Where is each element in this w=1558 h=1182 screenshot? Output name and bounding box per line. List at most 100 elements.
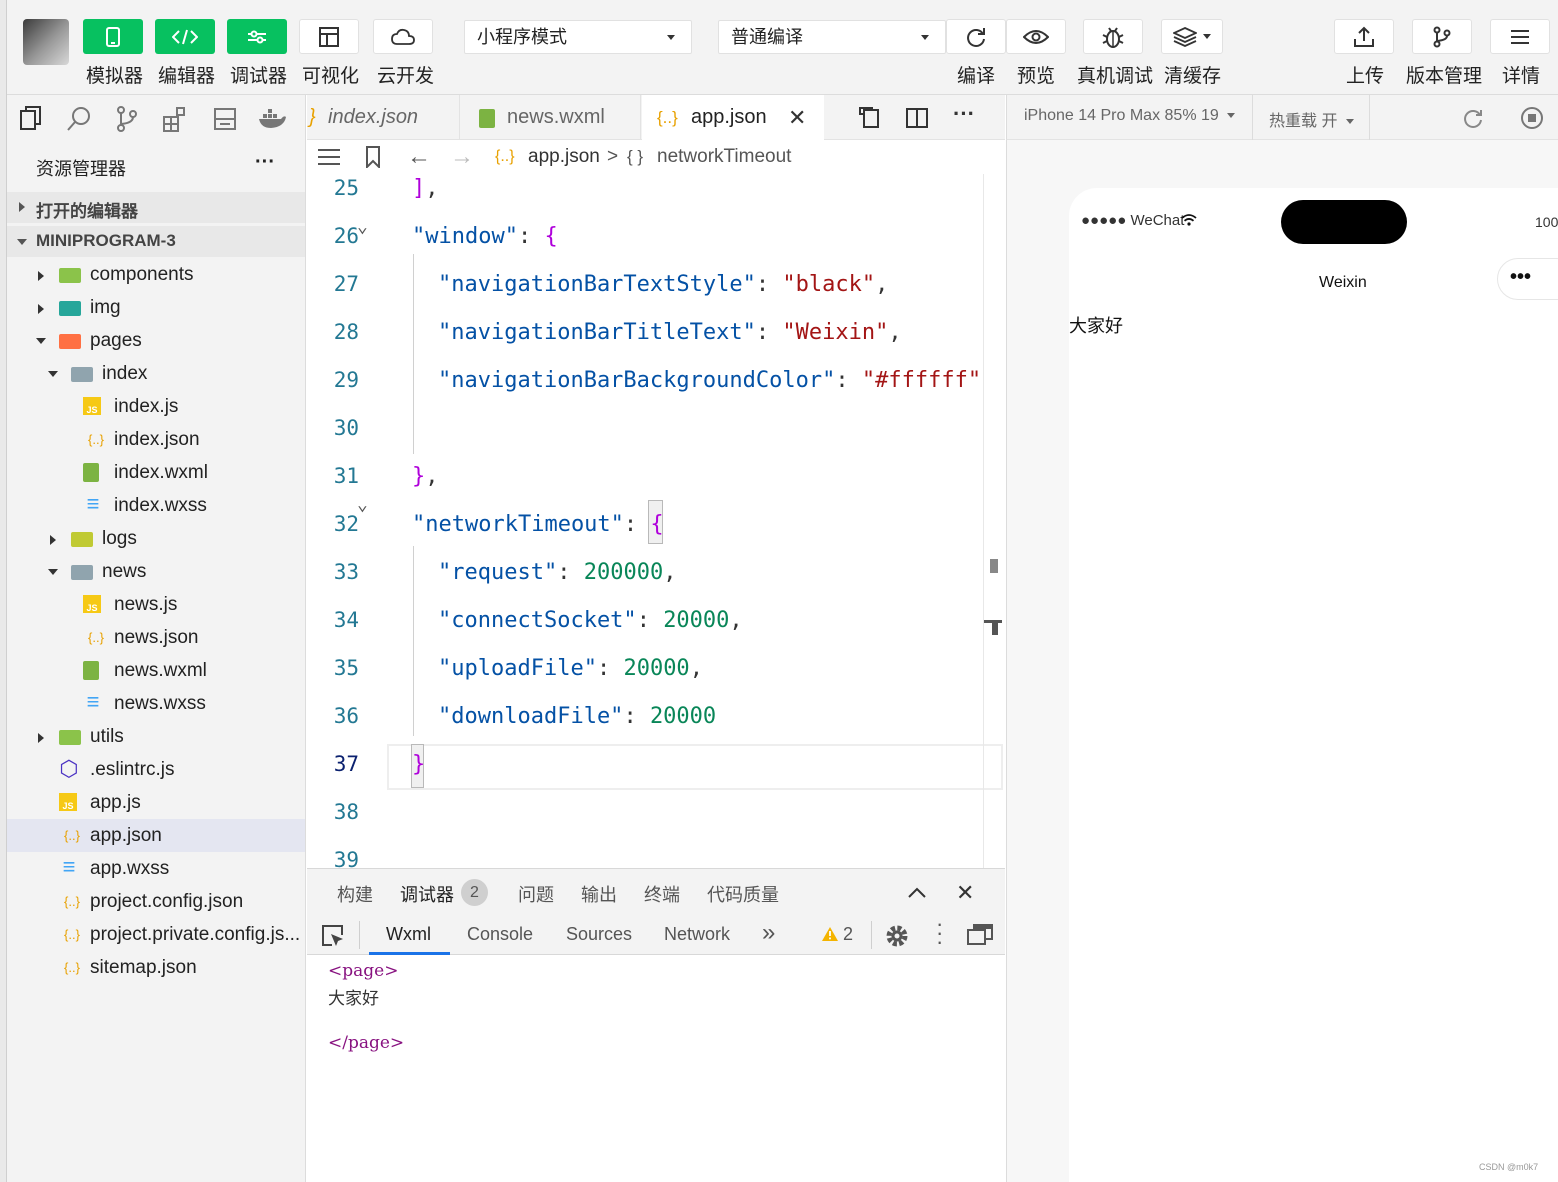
code-area[interactable]: ⌄ ⌄ 25], 26 "window": {27 "navigationBarTex… — [307, 174, 1005, 868]
search-icon[interactable] — [65, 105, 93, 133]
devtools-tab-wxml[interactable]: Wxml — [386, 924, 431, 945]
cloud-dev-button[interactable] — [373, 19, 433, 54]
kebab-menu-icon[interactable]: · · · — [936, 913, 943, 953]
editor-button[interactable] — [155, 19, 215, 54]
chevron-down-icon[interactable] — [48, 569, 58, 575]
code-line[interactable]: "navigationBarBackgroundColor": "#ffffff… — [438, 368, 981, 393]
tab-news-wxml[interactable]: news.wxml — [461, 95, 641, 140]
layout-panel-icon[interactable] — [211, 105, 239, 133]
breadcrumb-file[interactable]: app.json — [528, 140, 600, 174]
device-select[interactable]: iPhone 14 Pro Max 85% 19 — [1024, 107, 1236, 125]
avatar[interactable] — [23, 19, 69, 65]
code-line[interactable]: }, — [412, 464, 439, 489]
chevron-right-icon[interactable] — [38, 271, 44, 281]
simulator-button[interactable] — [83, 19, 143, 54]
visual-button[interactable] — [299, 19, 359, 54]
tree-item[interactable]: ≡ index.wxss — [7, 489, 305, 522]
code-line[interactable]: "connectSocket": 20000, — [438, 608, 743, 633]
version-control-button[interactable] — [1412, 19, 1472, 54]
chevron-right-icon[interactable] — [38, 733, 44, 743]
close-panel-icon[interactable]: ✕ — [956, 880, 974, 906]
tree-item[interactable]: {..} sitemap.json — [7, 951, 305, 984]
code-line[interactable]: "downloadFile": 20000 — [438, 704, 716, 729]
list-icon[interactable] — [317, 148, 341, 166]
compile-select[interactable]: 普通编译 — [718, 20, 946, 54]
warning-icon[interactable] — [821, 926, 839, 942]
clear-cache-button[interactable] — [1161, 19, 1223, 54]
code-line[interactable]: "navigationBarTextStyle": "black", — [438, 272, 888, 297]
tab-app-json[interactable]: {..} app.json ✕ — [642, 95, 824, 140]
tab-code-quality[interactable]: 代码质量 — [707, 881, 779, 907]
chevron-down-icon[interactable] — [36, 338, 46, 344]
tree-item[interactable]: JS news.js — [7, 588, 305, 621]
code-line[interactable]: "uploadFile": 20000, — [438, 656, 703, 681]
tab-output[interactable]: 输出 — [581, 881, 617, 907]
tree-item[interactable]: utils — [7, 720, 305, 753]
chevron-right-icon[interactable] — [38, 304, 44, 314]
tree-item[interactable]: pages — [7, 324, 305, 357]
hot-reload-select[interactable]: 热重载 开 — [1269, 107, 1354, 131]
debugger-button[interactable] — [227, 19, 287, 54]
tab-problems[interactable]: 问题 — [518, 881, 554, 907]
compile-button[interactable] — [946, 19, 1006, 54]
tree-item[interactable]: ≡ news.wxss — [7, 687, 305, 720]
back-arrow-icon[interactable]: ← — [407, 140, 431, 174]
project-section[interactable]: MINIPROGRAM-3 — [7, 226, 305, 257]
source-control-icon[interactable] — [113, 105, 141, 133]
upload-button[interactable] — [1334, 19, 1394, 54]
rotate-icon[interactable] — [1462, 107, 1484, 129]
code-line[interactable]: "request": 200000, — [438, 560, 676, 585]
forward-arrow-icon[interactable]: → — [450, 140, 474, 174]
tree-item[interactable]: ≡ app.wxss — [7, 852, 305, 885]
preview-button[interactable] — [1006, 19, 1066, 54]
close-icon[interactable]: ✕ — [788, 95, 806, 140]
mode-select[interactable]: 小程序模式 — [464, 20, 692, 54]
wxml-page-close-tag[interactable]: </page> — [328, 1033, 404, 1053]
code-line[interactable]: "window": { — [412, 224, 558, 249]
wxml-text-node[interactable]: 大家好 — [328, 984, 379, 1009]
code-line[interactable]: "navigationBarTitleText": "Weixin", — [438, 320, 902, 345]
remote-debug-button[interactable] — [1083, 19, 1143, 54]
code-line[interactable]: } — [412, 752, 425, 777]
tree-item[interactable]: JS index.js — [7, 390, 305, 423]
tree-item[interactable]: ⬡ .eslintrc.js — [7, 753, 305, 786]
devtools-tab-network[interactable]: Network — [664, 924, 730, 945]
tree-item[interactable]: JS app.js — [7, 786, 305, 819]
undock-icon[interactable] — [967, 923, 993, 947]
tree-item[interactable]: logs — [7, 522, 305, 555]
stop-record-icon[interactable] — [1520, 106, 1544, 130]
split-editor-icon[interactable] — [905, 106, 929, 130]
tree-item[interactable]: news.wxml — [7, 654, 305, 687]
chevron-down-icon[interactable] — [48, 371, 58, 377]
element-picker-icon[interactable] — [321, 924, 345, 948]
chevron-right-icon[interactable] — [50, 535, 56, 545]
devtools-tab-sources[interactable]: Sources — [566, 924, 632, 945]
more-tabs-icon[interactable]: » — [762, 919, 775, 947]
docker-icon[interactable] — [257, 105, 287, 133]
breadcrumb-symbol[interactable]: networkTimeout — [657, 140, 791, 174]
tree-item[interactable]: {..} index.json — [7, 423, 305, 456]
details-button[interactable] — [1490, 19, 1550, 54]
tree-item[interactable]: {..} project.private.config.js... — [7, 918, 305, 951]
tab-debugger[interactable]: 调试器 — [400, 881, 454, 907]
settings-gear-icon[interactable] — [885, 924, 909, 948]
tab-build[interactable]: 构建 — [337, 881, 373, 907]
open-editors-section[interactable]: 打开的编辑器 — [7, 192, 305, 223]
capsule-menu-button[interactable]: ••• — [1497, 258, 1558, 300]
files-icon[interactable] — [17, 105, 45, 133]
chevron-up-icon[interactable] — [907, 887, 927, 899]
tree-item[interactable]: {..} app.json — [7, 819, 305, 852]
warning-count[interactable]: 2 — [843, 924, 853, 945]
scrollbar-thumb[interactable] — [990, 559, 998, 573]
more-actions-icon[interactable]: ··· — [953, 101, 975, 127]
bookmark-icon[interactable] — [365, 146, 381, 168]
tree-item[interactable]: news — [7, 555, 305, 588]
explorer-more-button[interactable]: ··· — [255, 151, 275, 174]
tree-item[interactable]: img — [7, 291, 305, 324]
tree-item[interactable]: index.wxml — [7, 456, 305, 489]
devtools-tab-console[interactable]: Console — [467, 924, 533, 945]
code-line[interactable]: "networkTimeout": { — [412, 512, 664, 537]
tab-terminal[interactable]: 终端 — [644, 881, 680, 907]
extensions-icon[interactable] — [161, 105, 189, 133]
tree-item[interactable]: {..} project.config.json — [7, 885, 305, 918]
